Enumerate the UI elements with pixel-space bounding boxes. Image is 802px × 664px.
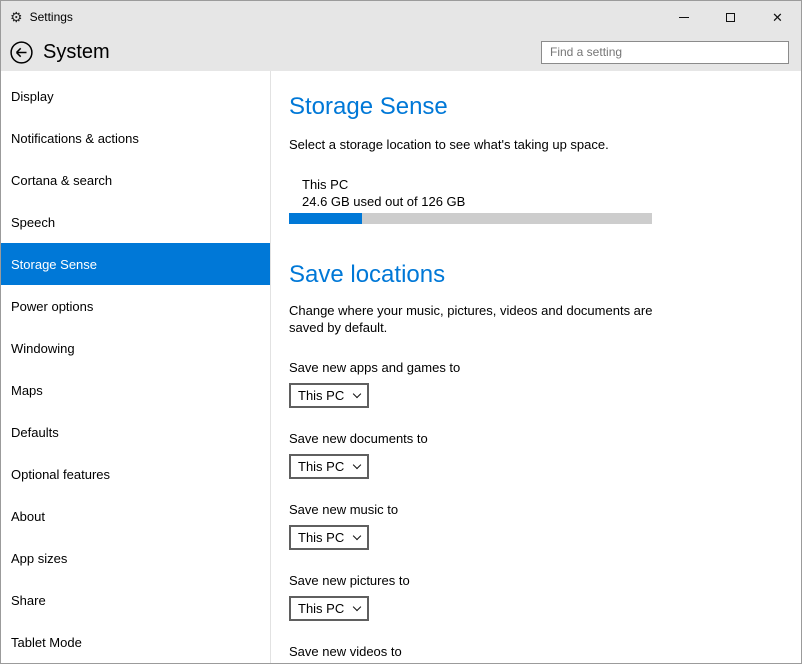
sidebar-item-label: About: [11, 509, 45, 524]
back-button[interactable]: [9, 40, 33, 64]
sidebar-item[interactable]: Defaults: [1, 411, 270, 453]
sidebar-item-label: Display: [11, 89, 54, 104]
search-box[interactable]: [541, 41, 789, 64]
sidebar-item-label: Speech: [11, 215, 55, 230]
sidebar-item[interactable]: Maps: [1, 369, 270, 411]
maximize-button[interactable]: [707, 1, 754, 33]
save-location-dropdown[interactable]: This PC: [289, 383, 369, 408]
sidebar-item[interactable]: Tablet Mode: [1, 621, 270, 663]
sidebar-item-label: Optional features: [11, 467, 110, 482]
back-arrow-icon: [10, 41, 33, 64]
sidebar-item-label: Cortana & search: [11, 173, 112, 188]
sidebar: Display Notifications & actions Cortana …: [1, 71, 271, 663]
chevron-down-icon: [353, 460, 361, 468]
window-title: Settings: [30, 10, 73, 24]
save-location-dropdown[interactable]: This PC: [289, 454, 369, 479]
sidebar-item-label: Tablet Mode: [11, 635, 82, 650]
save-location-field: Save new pictures to This PC: [289, 573, 781, 621]
main-pane: Storage Sense Select a storage location …: [271, 71, 801, 663]
sidebar-item[interactable]: Speech: [1, 201, 270, 243]
titlebar[interactable]: ⚙ Settings ✕: [1, 1, 801, 33]
save-location-dropdown[interactable]: This PC: [289, 596, 369, 621]
dropdown-selected-value: This PC: [298, 601, 344, 616]
drive-tile[interactable]: This PC 24.6 GB used out of 126 GB: [289, 177, 652, 224]
close-button[interactable]: ✕: [754, 1, 801, 33]
save-location-label: Save new pictures to: [289, 573, 781, 588]
content-area: Display Notifications & actions Cortana …: [1, 71, 801, 663]
search-input[interactable]: [542, 42, 788, 63]
chevron-down-icon: [353, 531, 361, 539]
save-location-label: Save new documents to: [289, 431, 781, 446]
drive-name: This PC: [289, 177, 652, 192]
sidebar-item[interactable]: Cortana & search: [1, 159, 270, 201]
storage-progress-bar: [289, 213, 652, 224]
save-locations-description: Change where your music, pictures, video…: [289, 302, 679, 337]
save-location-field: Save new documents to This PC: [289, 431, 781, 479]
drive-usage: 24.6 GB used out of 126 GB: [289, 194, 652, 209]
save-location-label: Save new apps and games to: [289, 360, 781, 375]
dropdown-selected-value: This PC: [298, 459, 344, 474]
sidebar-item-label: Windowing: [11, 341, 75, 356]
minimize-button[interactable]: [660, 1, 707, 33]
storage-progress-fill: [289, 213, 362, 224]
save-location-label: Save new music to: [289, 502, 781, 517]
sidebar-item[interactable]: Storage Sense: [1, 243, 270, 285]
sidebar-item-label: Storage Sense: [11, 257, 97, 272]
sidebar-item-label: App sizes: [11, 551, 67, 566]
chevron-down-icon: [353, 602, 361, 610]
maximize-icon: [726, 13, 735, 22]
sidebar-item[interactable]: Power options: [1, 285, 270, 327]
storage-sense-heading: Storage Sense: [289, 93, 781, 121]
sidebar-item[interactable]: Share: [1, 579, 270, 621]
sidebar-item[interactable]: Display: [1, 75, 270, 117]
save-location-dropdown[interactable]: This PC: [289, 525, 369, 550]
page-header: System: [1, 33, 801, 71]
sidebar-item-label: Notifications & actions: [11, 131, 139, 146]
sidebar-item-label: Defaults: [11, 425, 59, 440]
sidebar-item[interactable]: Notifications & actions: [1, 117, 270, 159]
sidebar-item-label: Maps: [11, 383, 43, 398]
chevron-down-icon: [353, 389, 361, 397]
save-location-fields: Save new apps and games to This PC Save …: [289, 360, 781, 663]
sidebar-item[interactable]: About: [1, 495, 270, 537]
dropdown-selected-value: This PC: [298, 530, 344, 545]
save-locations-heading: Save locations: [289, 261, 781, 289]
save-location-label: Save new videos to: [289, 644, 781, 659]
save-location-field: Save new music to This PC: [289, 502, 781, 550]
sidebar-item-label: Share: [11, 593, 46, 608]
sidebar-item-label: Power options: [11, 299, 93, 314]
sidebar-item[interactable]: Optional features: [1, 453, 270, 495]
storage-sense-description: Select a storage location to see what's …: [289, 136, 781, 154]
save-location-field: Save new videos to This PC: [289, 644, 781, 663]
settings-gear-icon: ⚙: [10, 10, 23, 24]
minimize-icon: [679, 17, 689, 18]
dropdown-selected-value: This PC: [298, 388, 344, 403]
window-controls: ✕: [660, 1, 801, 33]
sidebar-item[interactable]: App sizes: [1, 537, 270, 579]
sidebar-item[interactable]: Windowing: [1, 327, 270, 369]
settings-window: ⚙ Settings ✕ System: [0, 0, 802, 664]
page-title: System: [43, 41, 110, 64]
close-icon: ✕: [772, 11, 783, 24]
save-location-field: Save new apps and games to This PC: [289, 360, 781, 408]
